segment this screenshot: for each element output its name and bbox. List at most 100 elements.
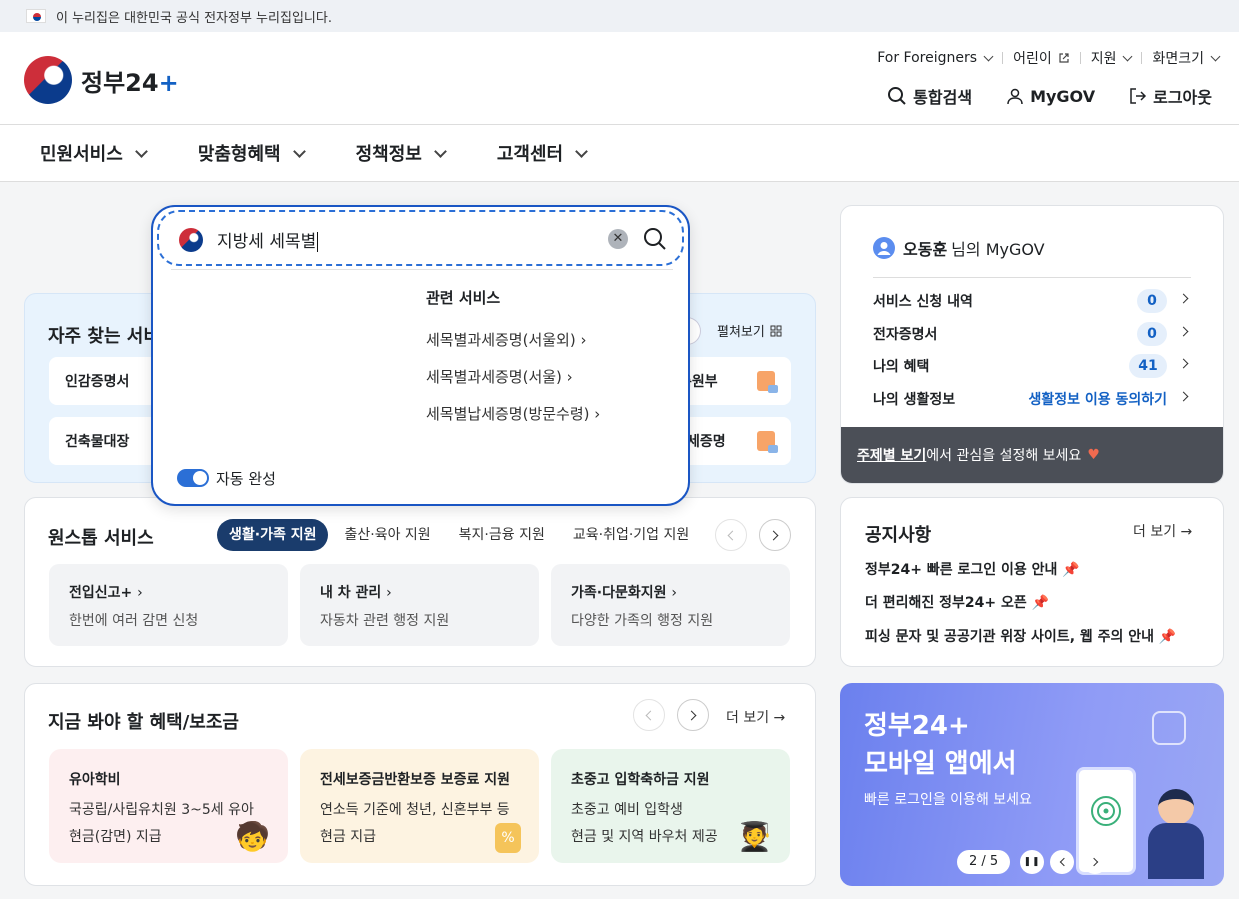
banner-prev-button[interactable] [1050, 850, 1074, 874]
document-icon [757, 431, 778, 453]
chevron-right-icon [768, 530, 779, 540]
profile-avatar-icon [873, 237, 895, 259]
related-service-link[interactable]: 세목별과세증명(서울) › [426, 366, 573, 387]
benefits-prev-button[interactable] [633, 699, 665, 731]
gnb-civil-service[interactable]: 민원서비스 [40, 140, 148, 166]
app-promo-banner[interactable]: 정부24+ 모바일 앱에서 빠른 로그인을 이용해 보세요 2 / 5 ❚❚ [840, 683, 1224, 886]
search-input-box[interactable]: 지방세 세목별 ✕ [157, 210, 684, 266]
autocomplete-toggle[interactable] [177, 469, 209, 487]
benefit-title: 전세보증금반환보증 보증료 지원 [320, 772, 511, 788]
onestop-next-button[interactable] [759, 519, 791, 551]
mygov-row-life-info[interactable]: 나의 생활정보 생활정보 이용 동의하기 [873, 388, 1193, 410]
banner-line1: 정부24+ [864, 711, 970, 741]
government-emblem-icon [179, 228, 203, 252]
related-service-link[interactable]: 세목별납세증명(방문수령) › [426, 403, 600, 424]
logout-icon [1130, 88, 1147, 104]
onestop-tabs: 생활·가족 지원 출산·육아 지원 복지·금융 지원 교육·취업·기업 지원 [217, 519, 701, 551]
logo-plus: + [158, 68, 179, 97]
logo-text: 정부24 [81, 68, 159, 97]
benefit-card-school-entry[interactable]: 초중고 입학축하금 지원 초중고 예비 입학생 현금 및 지역 바우처 제공 🧑… [551, 749, 790, 863]
benefits-more-link[interactable]: 더 보기 → [726, 707, 785, 727]
benefits-section: 지금 봐야 할 혜택/보조금 더 보기 → 유아학비 국공립/사립유치원 3~5… [24, 683, 816, 886]
onestop-prev-button[interactable] [715, 519, 747, 551]
notice-more-label: 더 보기 [1133, 524, 1177, 540]
onestop-box-family[interactable]: 가족·다문화지원 › 다양한 가족의 행정 지원 [551, 564, 790, 646]
util-kids-label: 어린이 [1013, 51, 1052, 67]
expand-button[interactable]: 펼쳐보기 [717, 321, 782, 340]
logout-button[interactable]: 로그아웃 [1129, 84, 1212, 108]
chevron-right-icon [1178, 391, 1189, 402]
tab-life-family[interactable]: 생활·가족 지원 [217, 519, 329, 551]
close-icon: ✕ [612, 231, 624, 246]
life-info-consent-link[interactable]: 생활정보 이용 동의하기 [1028, 389, 1167, 409]
expand-label: 펼쳐보기 [717, 325, 765, 340]
mygov-greeting: 오동훈 님의 MyGOV [873, 236, 1045, 260]
mygov-row-count: 0 [1137, 322, 1167, 346]
search-autocomplete-panel: 지방세 세목별 ✕ 관련 서비스 세목별과세증명(서울외) › 세목별과세증명(… [151, 205, 690, 506]
topic-view-link[interactable]: 주제별 보기 [857, 445, 926, 465]
mygov-label: MyGOV [1030, 86, 1096, 106]
gnb-policy-info[interactable]: 정책정보 [355, 140, 447, 166]
pause-icon: ❚❚ [1023, 857, 1041, 867]
site-logo[interactable]: 정부24+ [24, 56, 179, 104]
banner-pause-button[interactable]: ❚❚ [1020, 850, 1044, 874]
related-service-label: 세목별과세증명(서울외) [426, 331, 576, 349]
chevron-down-icon [134, 145, 148, 158]
util-font-size[interactable]: 화면크기 [1152, 48, 1221, 68]
fingerprint-icon [1091, 796, 1121, 826]
mygov-footer: 주제별 보기 에서 관심을 설정해 보세요 ♥ [841, 427, 1223, 483]
search-input[interactable]: 지방세 세목별 [217, 227, 319, 252]
banner-next-button[interactable] [1083, 850, 1107, 874]
chevron-right-icon [686, 710, 697, 720]
onestop-box-move-in[interactable]: 전입신고+ › 한번에 여러 감면 신청 [49, 564, 288, 646]
search-submit-button[interactable] [643, 227, 667, 251]
percent-bag-icon: % [495, 823, 521, 853]
korea-flag-icon [26, 9, 46, 23]
gnb-customer-center[interactable]: 고객센터 [497, 140, 588, 166]
mygov-row-applications[interactable]: 서비스 신청 내역 0 [873, 289, 1193, 313]
notice-item[interactable]: 정부24+ 빠른 로그인 이용 안내 📌 [865, 559, 1080, 579]
chevron-left-icon [1059, 857, 1068, 867]
onestop-box-desc: 다양한 가족의 행정 지원 [571, 613, 714, 629]
mygov-row-label: 나의 혜택 [873, 359, 930, 375]
notice-section: 공지사항 더 보기 → 정부24+ 빠른 로그인 이용 안내 📌 더 편리해진 … [840, 497, 1224, 667]
onestop-box-my-car[interactable]: 내 차 관리 › 자동차 관련 행정 지원 [300, 564, 539, 646]
mygov-row-benefits[interactable]: 나의 혜택 41 [873, 354, 1193, 378]
pin-icon: 📌 [1062, 562, 1080, 578]
clear-search-button[interactable]: ✕ [608, 229, 628, 249]
government-emblem-icon [24, 56, 72, 104]
util-support-label: 지원 [1090, 51, 1117, 67]
tab-birth-childcare[interactable]: 출산·육아 지원 [332, 519, 442, 551]
util-kids[interactable]: 어린이 [1013, 48, 1070, 68]
pin-icon: 📌 [1158, 629, 1177, 645]
related-service-link[interactable]: 세목별과세증명(서울외) › [426, 329, 587, 350]
notice-item-label: 피싱 문자 및 공공기관 위장 사이트, 웹 주의 안내 [865, 629, 1155, 645]
frequent-item-label: 인감증명서 [65, 374, 130, 390]
banner-headline: 정부24+ 모바일 앱에서 [864, 707, 1017, 783]
benefit-card-deposit-guarantee[interactable]: 전세보증금반환보증 보증료 지원 연소득 기준에 청년, 신혼부부 등 현금 지… [300, 749, 539, 863]
chevron-right-icon [1089, 857, 1098, 867]
gnb-policy-info-label: 정책정보 [355, 144, 422, 165]
util-foreigners[interactable]: For Foreigners [877, 50, 994, 66]
benefits-next-button[interactable] [677, 699, 709, 731]
onestop-box-desc: 한번에 여러 감면 신청 [69, 613, 199, 629]
notice-item[interactable]: 더 편리해진 정부24+ 오픈 📌 [865, 592, 1049, 612]
mygov-row-e-certificates[interactable]: 전자증명서 0 [873, 322, 1193, 346]
tab-welfare-finance[interactable]: 복지·금융 지원 [447, 519, 557, 551]
chevron-down-icon [1210, 51, 1221, 62]
notice-more-link[interactable]: 더 보기 → [1133, 521, 1192, 541]
benefit-line1: 연소득 기준에 청년, 신혼부부 등 [320, 802, 510, 818]
onestop-services-section: 원스톱 서비스 생활·가족 지원 출산·육아 지원 복지·금융 지원 교육·취업… [24, 497, 816, 667]
heart-icon: ♥ [1087, 447, 1100, 463]
mygov-button[interactable]: MyGOV [1006, 84, 1095, 108]
mygov-suffix: 님의 MyGOV [951, 240, 1045, 259]
benefit-card-tuition[interactable]: 유아학비 국공립/사립유치원 3~5세 유아 현금(감면) 지급 🧒 [49, 749, 288, 863]
gnb-custom-benefits[interactable]: 맞춤형혜택 [198, 140, 306, 166]
chevron-right-icon [1178, 293, 1189, 304]
notice-item[interactable]: 피싱 문자 및 공공기관 위장 사이트, 웹 주의 안내 📌 [865, 626, 1176, 646]
tab-education-employment[interactable]: 교육·취업·기업 지원 [561, 519, 701, 551]
util-support[interactable]: 지원 [1090, 48, 1133, 68]
integrated-search-button[interactable]: 통합검색 [887, 84, 972, 108]
grid-icon [770, 325, 782, 336]
onestop-box-title: 내 차 관리 [320, 585, 382, 601]
